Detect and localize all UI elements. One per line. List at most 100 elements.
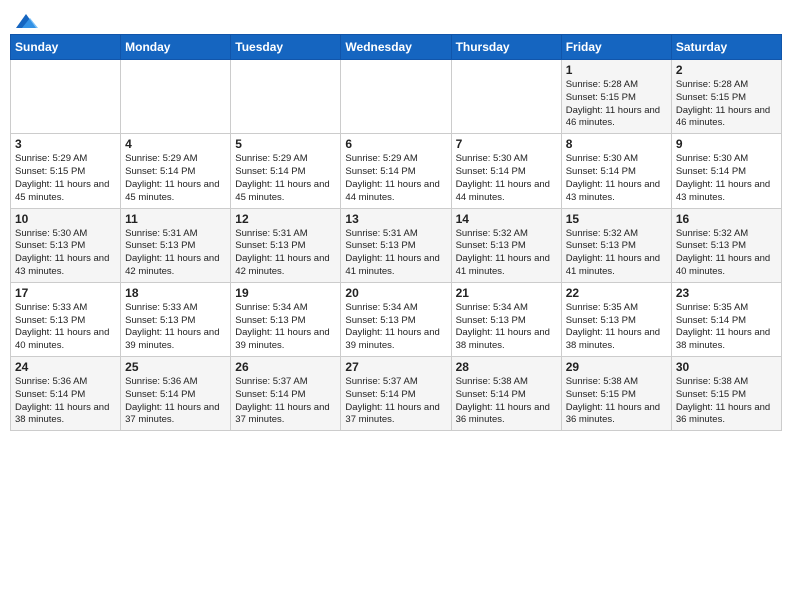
day-number: 24 <box>15 360 116 374</box>
weekday-header-tuesday: Tuesday <box>231 35 341 60</box>
day-info: Sunrise: 5:29 AM Sunset: 5:14 PM Dayligh… <box>125 153 226 204</box>
day-info: Sunrise: 5:34 AM Sunset: 5:13 PM Dayligh… <box>345 302 446 353</box>
calendar-cell: 20 Sunrise: 5:34 AM Sunset: 5:13 PM Dayli… <box>341 282 451 356</box>
calendar-cell: 14 Sunrise: 5:32 AM Sunset: 5:13 PM Dayli… <box>451 208 561 282</box>
calendar-cell: 12 Sunrise: 5:31 AM Sunset: 5:13 PM Dayli… <box>231 208 341 282</box>
calendar-week-row: 24 Sunrise: 5:36 AM Sunset: 5:14 PM Dayli… <box>11 357 782 431</box>
day-number: 28 <box>456 360 557 374</box>
calendar-week-row: 3 Sunrise: 5:29 AM Sunset: 5:15 PM Daylig… <box>11 134 782 208</box>
day-info: Sunrise: 5:34 AM Sunset: 5:13 PM Dayligh… <box>235 302 336 353</box>
calendar-cell <box>11 60 121 134</box>
weekday-header-friday: Friday <box>561 35 671 60</box>
calendar-cell: 1 Sunrise: 5:28 AM Sunset: 5:15 PM Daylig… <box>561 60 671 134</box>
calendar-cell <box>341 60 451 134</box>
calendar-cell: 5 Sunrise: 5:29 AM Sunset: 5:14 PM Daylig… <box>231 134 341 208</box>
day-info: Sunrise: 5:36 AM Sunset: 5:14 PM Dayligh… <box>125 376 226 427</box>
calendar-cell: 21 Sunrise: 5:34 AM Sunset: 5:13 PM Dayli… <box>451 282 561 356</box>
day-info: Sunrise: 5:38 AM Sunset: 5:15 PM Dayligh… <box>676 376 777 427</box>
day-number: 10 <box>15 212 116 226</box>
day-info: Sunrise: 5:33 AM Sunset: 5:13 PM Dayligh… <box>15 302 116 353</box>
day-info: Sunrise: 5:35 AM Sunset: 5:14 PM Dayligh… <box>676 302 777 353</box>
day-number: 29 <box>566 360 667 374</box>
calendar-cell: 6Sunrise: 5:29 AM Sunset: 5:14 PM Daylig… <box>341 134 451 208</box>
day-info: Sunrise: 5:28 AM Sunset: 5:15 PM Dayligh… <box>566 79 667 130</box>
day-number: 1 <box>566 63 667 77</box>
calendar-cell: 19 Sunrise: 5:34 AM Sunset: 5:13 PM Dayli… <box>231 282 341 356</box>
day-info: Sunrise: 5:30 AM Sunset: 5:14 PM Dayligh… <box>566 153 667 204</box>
weekday-header-monday: Monday <box>121 35 231 60</box>
weekday-header-saturday: Saturday <box>671 35 781 60</box>
calendar-table: SundayMondayTuesdayWednesdayThursdayFrid… <box>10 34 782 431</box>
day-info: Sunrise: 5:32 AM Sunset: 5:13 PM Dayligh… <box>676 228 777 279</box>
day-info: Sunrise: 5:38 AM Sunset: 5:15 PM Dayligh… <box>566 376 667 427</box>
calendar-cell: 18 Sunrise: 5:33 AM Sunset: 5:13 PM Dayli… <box>121 282 231 356</box>
weekday-header-row: SundayMondayTuesdayWednesdayThursdayFrid… <box>11 35 782 60</box>
day-info: Sunrise: 5:31 AM Sunset: 5:13 PM Dayligh… <box>235 228 336 279</box>
day-number: 27 <box>345 360 446 374</box>
calendar-cell <box>451 60 561 134</box>
day-number: 11 <box>125 212 226 226</box>
day-info: Sunrise: 5:35 AM Sunset: 5:13 PM Dayligh… <box>566 302 667 353</box>
logo-icon <box>12 10 40 32</box>
day-info: Sunrise: 5:29 AM Sunset: 5:14 PM Dayligh… <box>345 153 446 204</box>
day-number: 21 <box>456 286 557 300</box>
day-number: 3 <box>15 137 116 151</box>
calendar-cell: 3 Sunrise: 5:29 AM Sunset: 5:15 PM Daylig… <box>11 134 121 208</box>
calendar-cell <box>121 60 231 134</box>
calendar-cell: 13 Sunrise: 5:31 AM Sunset: 5:13 PM Dayli… <box>341 208 451 282</box>
day-info: Sunrise: 5:33 AM Sunset: 5:13 PM Dayligh… <box>125 302 226 353</box>
weekday-header-thursday: Thursday <box>451 35 561 60</box>
day-number: 23 <box>676 286 777 300</box>
calendar-week-row: 17 Sunrise: 5:33 AM Sunset: 5:13 PM Dayli… <box>11 282 782 356</box>
calendar-cell: 11 Sunrise: 5:31 AM Sunset: 5:13 PM Dayli… <box>121 208 231 282</box>
day-info: Sunrise: 5:31 AM Sunset: 5:13 PM Dayligh… <box>125 228 226 279</box>
page-header <box>10 10 782 28</box>
calendar-week-row: 10 Sunrise: 5:30 AM Sunset: 5:13 PM Dayli… <box>11 208 782 282</box>
day-info: Sunrise: 5:30 AM Sunset: 5:14 PM Dayligh… <box>456 153 557 204</box>
calendar-cell <box>231 60 341 134</box>
weekday-header-sunday: Sunday <box>11 35 121 60</box>
day-number: 15 <box>566 212 667 226</box>
calendar-cell: 17 Sunrise: 5:33 AM Sunset: 5:13 PM Dayli… <box>11 282 121 356</box>
day-info: Sunrise: 5:34 AM Sunset: 5:13 PM Dayligh… <box>456 302 557 353</box>
day-number: 17 <box>15 286 116 300</box>
calendar-cell: 7 Sunrise: 5:30 AM Sunset: 5:14 PM Daylig… <box>451 134 561 208</box>
calendar-cell: 2Sunrise: 5:28 AM Sunset: 5:15 PM Daylig… <box>671 60 781 134</box>
calendar-cell: 27 Sunrise: 5:37 AM Sunset: 5:14 PM Dayli… <box>341 357 451 431</box>
calendar-cell: 23 Sunrise: 5:35 AM Sunset: 5:14 PM Dayli… <box>671 282 781 356</box>
calendar-week-row: 1 Sunrise: 5:28 AM Sunset: 5:15 PM Daylig… <box>11 60 782 134</box>
calendar-cell: 22 Sunrise: 5:35 AM Sunset: 5:13 PM Dayli… <box>561 282 671 356</box>
calendar-cell: 16Sunrise: 5:32 AM Sunset: 5:13 PM Dayli… <box>671 208 781 282</box>
day-number: 9 <box>676 137 777 151</box>
day-number: 4 <box>125 137 226 151</box>
day-info: Sunrise: 5:31 AM Sunset: 5:13 PM Dayligh… <box>345 228 446 279</box>
day-number: 8 <box>566 137 667 151</box>
day-info: Sunrise: 5:30 AM Sunset: 5:14 PM Dayligh… <box>676 153 777 204</box>
day-info: Sunrise: 5:30 AM Sunset: 5:13 PM Dayligh… <box>15 228 116 279</box>
day-info: Sunrise: 5:38 AM Sunset: 5:14 PM Dayligh… <box>456 376 557 427</box>
day-number: 18 <box>125 286 226 300</box>
day-number: 12 <box>235 212 336 226</box>
day-info: Sunrise: 5:37 AM Sunset: 5:14 PM Dayligh… <box>345 376 446 427</box>
calendar-cell: 30Sunrise: 5:38 AM Sunset: 5:15 PM Dayli… <box>671 357 781 431</box>
day-number: 19 <box>235 286 336 300</box>
calendar-cell: 24Sunrise: 5:36 AM Sunset: 5:14 PM Dayli… <box>11 357 121 431</box>
day-number: 25 <box>125 360 226 374</box>
calendar-cell: 15Sunrise: 5:32 AM Sunset: 5:13 PM Dayli… <box>561 208 671 282</box>
weekday-header-wednesday: Wednesday <box>341 35 451 60</box>
day-info: Sunrise: 5:28 AM Sunset: 5:15 PM Dayligh… <box>676 79 777 130</box>
day-number: 22 <box>566 286 667 300</box>
calendar-cell: 8 Sunrise: 5:30 AM Sunset: 5:14 PM Daylig… <box>561 134 671 208</box>
calendar-cell: 29 Sunrise: 5:38 AM Sunset: 5:15 PM Dayli… <box>561 357 671 431</box>
calendar-cell: 4 Sunrise: 5:29 AM Sunset: 5:14 PM Daylig… <box>121 134 231 208</box>
day-number: 20 <box>345 286 446 300</box>
day-info: Sunrise: 5:29 AM Sunset: 5:14 PM Dayligh… <box>235 153 336 204</box>
day-number: 14 <box>456 212 557 226</box>
day-info: Sunrise: 5:29 AM Sunset: 5:15 PM Dayligh… <box>15 153 116 204</box>
day-info: Sunrise: 5:32 AM Sunset: 5:13 PM Dayligh… <box>456 228 557 279</box>
calendar-cell: 26Sunrise: 5:37 AM Sunset: 5:14 PM Dayli… <box>231 357 341 431</box>
day-number: 5 <box>235 137 336 151</box>
day-number: 13 <box>345 212 446 226</box>
calendar-cell: 9 Sunrise: 5:30 AM Sunset: 5:14 PM Daylig… <box>671 134 781 208</box>
day-number: 7 <box>456 137 557 151</box>
